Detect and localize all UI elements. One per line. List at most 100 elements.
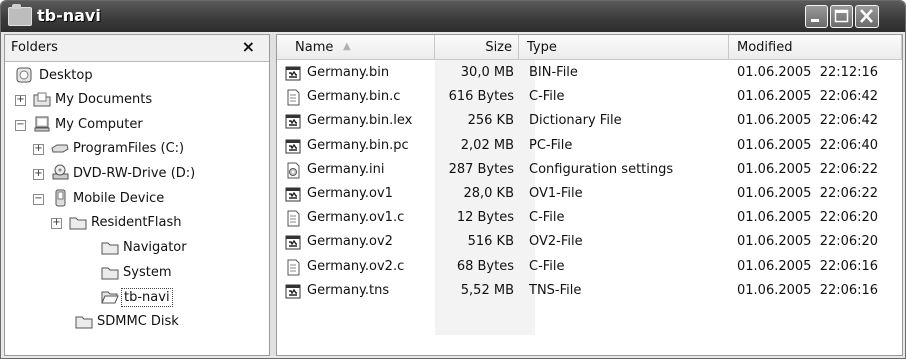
file-name: Germany.bin.pc	[307, 137, 409, 153]
app-file-icon	[285, 138, 301, 155]
close-icon	[860, 9, 873, 23]
expand-icon[interactable]: +	[33, 144, 44, 155]
file-size: 28,0 KB	[463, 186, 514, 201]
file-row[interactable]: Germany.ini 287 Bytes Configuration settin…	[277, 159, 904, 182]
column-header-type[interactable]: Type	[519, 35, 729, 60]
drive-icon	[51, 139, 69, 157]
text-file-icon	[285, 259, 301, 276]
column-header-modified-label: Modified	[737, 40, 793, 55]
tree-item-label: Mobile Device	[73, 191, 165, 206]
tree-item-label: ProgramFiles (C:)	[73, 141, 185, 156]
file-type: OV2-File	[529, 234, 583, 250]
app-file-icon	[285, 186, 301, 203]
tree-item-system[interactable]: System	[5, 262, 265, 286]
file-modified: 01.06.2005 22:06:20	[737, 210, 879, 226]
collapse-icon[interactable]: −	[33, 194, 44, 205]
tree-item-label: My Computer	[55, 117, 143, 132]
collapse-icon[interactable]: −	[15, 120, 26, 131]
file-modified: 01.06.2005 22:06:42	[737, 89, 879, 105]
text-file-icon	[285, 210, 301, 227]
tree-item-sdmmc-disk[interactable]: SDMMC Disk	[5, 311, 265, 335]
tree-item-navigator[interactable]: Navigator	[5, 237, 265, 261]
tree-item-label: tb-navi	[121, 288, 173, 307]
column-header-name[interactable]: Name ▲	[277, 35, 435, 60]
tree-item-tb-navi[interactable]: tb-navi	[5, 286, 265, 310]
file-modified: 01.06.2005 22:06:22	[737, 186, 879, 201]
app-file-icon	[285, 283, 301, 300]
file-name: Germany.bin.c	[307, 89, 401, 105]
tree-item-label: ResidentFlash	[91, 215, 182, 230]
column-header-size-label: Size	[485, 40, 512, 55]
tree-item-my-computer[interactable]: − My Computer	[5, 114, 265, 138]
explorer-window: tb-navi Folders × Desktop + My Documents − M…	[0, 0, 906, 359]
file-modified: 01.06.2005 22:06:22	[737, 161, 879, 177]
tree-item-programfiles-c[interactable]: + ProgramFiles (C:)	[5, 138, 265, 162]
file-type: C-File	[529, 210, 565, 226]
expand-icon[interactable]: +	[51, 218, 62, 229]
app-file-icon	[285, 234, 301, 251]
tree-item-desktop[interactable]: Desktop	[5, 65, 265, 89]
file-type: Configuration settings	[529, 161, 674, 177]
column-header-modified[interactable]: Modified	[729, 35, 902, 60]
file-size: 516 KB	[467, 234, 514, 250]
file-name: Germany.bin.lex	[307, 113, 413, 129]
sort-ascending-icon: ▲	[343, 41, 351, 52]
file-type: PC-File	[529, 137, 573, 153]
expand-icon[interactable]: +	[15, 95, 26, 106]
file-size: 256 KB	[467, 113, 514, 129]
file-type: C-File	[529, 89, 565, 105]
file-size: 5,52 MB	[460, 282, 514, 298]
file-modified: 01.06.2005 22:06:16	[737, 282, 879, 298]
dvd-drive-icon	[51, 164, 69, 182]
open-folder-icon	[101, 287, 119, 305]
file-row[interactable]: Germany.ov1 28,0 KB OV1-File 01.06.2005 22:…	[277, 183, 904, 206]
title-bar[interactable]: tb-navi	[1, 1, 905, 32]
file-name: Germany.ov2	[307, 234, 393, 250]
tree-item-my-documents[interactable]: + My Documents	[5, 89, 265, 113]
tree-item-dvd-rw-drive-d[interactable]: + DVD-RW-Drive (D:)	[5, 163, 265, 187]
tree-item-label: My Documents	[55, 92, 153, 107]
maximize-icon	[834, 9, 849, 23]
app-file-icon	[285, 113, 301, 130]
file-size: 30,0 MB	[460, 65, 514, 80]
file-row[interactable]: Germany.ov2 516 KB OV2-File 01.06.2005 22:0…	[277, 231, 904, 254]
file-size: 287 Bytes	[448, 161, 514, 177]
file-row[interactable]: Germany.bin.lex 256 KB Dictionary File 01.0…	[277, 110, 904, 133]
tree-item-label: System	[123, 265, 172, 280]
tree-item-label: SDMMC Disk	[97, 314, 179, 329]
file-row[interactable]: Germany.ov2.c 68 Bytes C-File 01.06.2005 22…	[277, 256, 904, 279]
mobile-device-icon	[51, 189, 69, 207]
maximize-button[interactable]	[830, 5, 853, 28]
tree-item-label: Desktop	[39, 68, 93, 83]
close-button[interactable]	[855, 5, 879, 28]
tree-item-residentflash[interactable]: + ResidentFlash	[5, 212, 265, 236]
window-title: tb-navi	[37, 6, 101, 25]
file-row[interactable]: Germany.ov1.c 12 Bytes C-File 01.06.2005 22…	[277, 207, 904, 230]
file-name: Germany.ini	[307, 161, 385, 177]
folder-icon	[101, 263, 119, 281]
file-name: Germany.ov2.c	[307, 258, 405, 274]
minimize-button[interactable]	[805, 5, 828, 28]
file-size: 68 Bytes	[456, 258, 514, 274]
folders-header: Folders ×	[5, 35, 269, 62]
column-header-size[interactable]: Size	[435, 35, 519, 60]
expand-icon[interactable]: +	[33, 169, 44, 180]
file-size: 616 Bytes	[448, 89, 514, 105]
tree-item-label: DVD-RW-Drive (D:)	[73, 166, 196, 181]
file-name: Germany.ov1	[307, 186, 393, 201]
file-type: TNS-File	[529, 282, 582, 298]
file-type: C-File	[529, 258, 565, 274]
folder-icon	[69, 213, 87, 231]
folder-icon	[101, 238, 119, 256]
file-name: Germany.bin	[307, 65, 390, 80]
file-name: Germany.tns	[307, 282, 390, 298]
close-folders-pane-button[interactable]: ×	[242, 37, 255, 56]
file-row[interactable]: Germany.bin.c 616 Bytes C-File 01.06.2005 2…	[277, 86, 904, 109]
file-row[interactable]: Germany.tns 5,52 MB TNS-File 01.06.2005 22:…	[277, 280, 904, 303]
tree-item-mobile-device[interactable]: − Mobile Device	[5, 188, 265, 212]
folder-icon	[75, 312, 93, 330]
file-row[interactable]: Germany.bin 30,0 MB BIN-File 01.06.2005 22:…	[277, 62, 904, 85]
file-row[interactable]: Germany.bin.pc 2,02 MB PC-File 01.06.2005 2…	[277, 135, 904, 158]
documents-folder-icon	[33, 90, 51, 108]
file-modified: 01.06.2005 22:06:40	[737, 137, 879, 153]
